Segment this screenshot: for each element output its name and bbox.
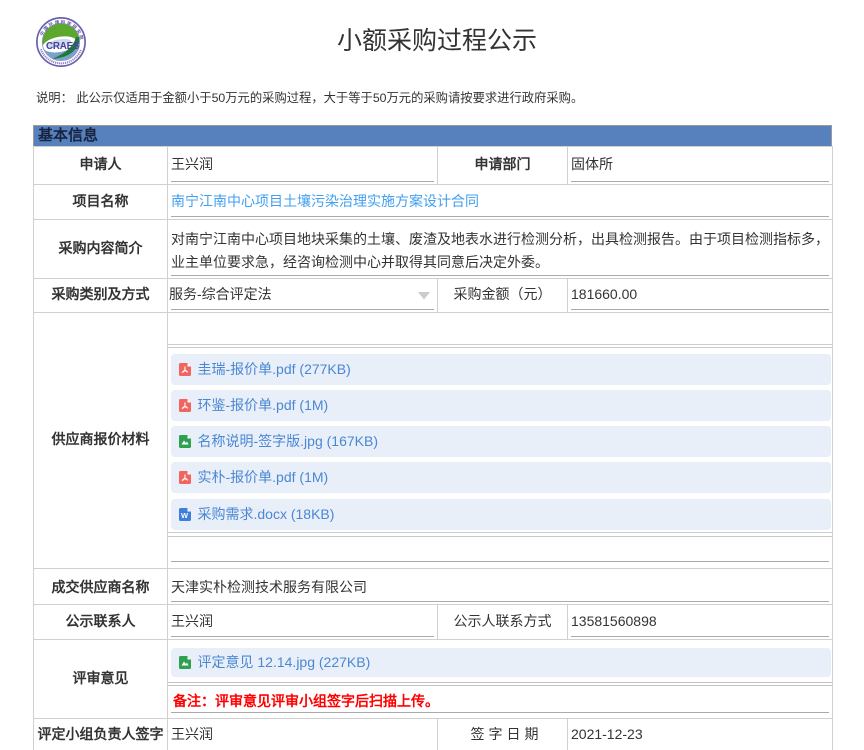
svg-text:W: W — [181, 511, 189, 520]
